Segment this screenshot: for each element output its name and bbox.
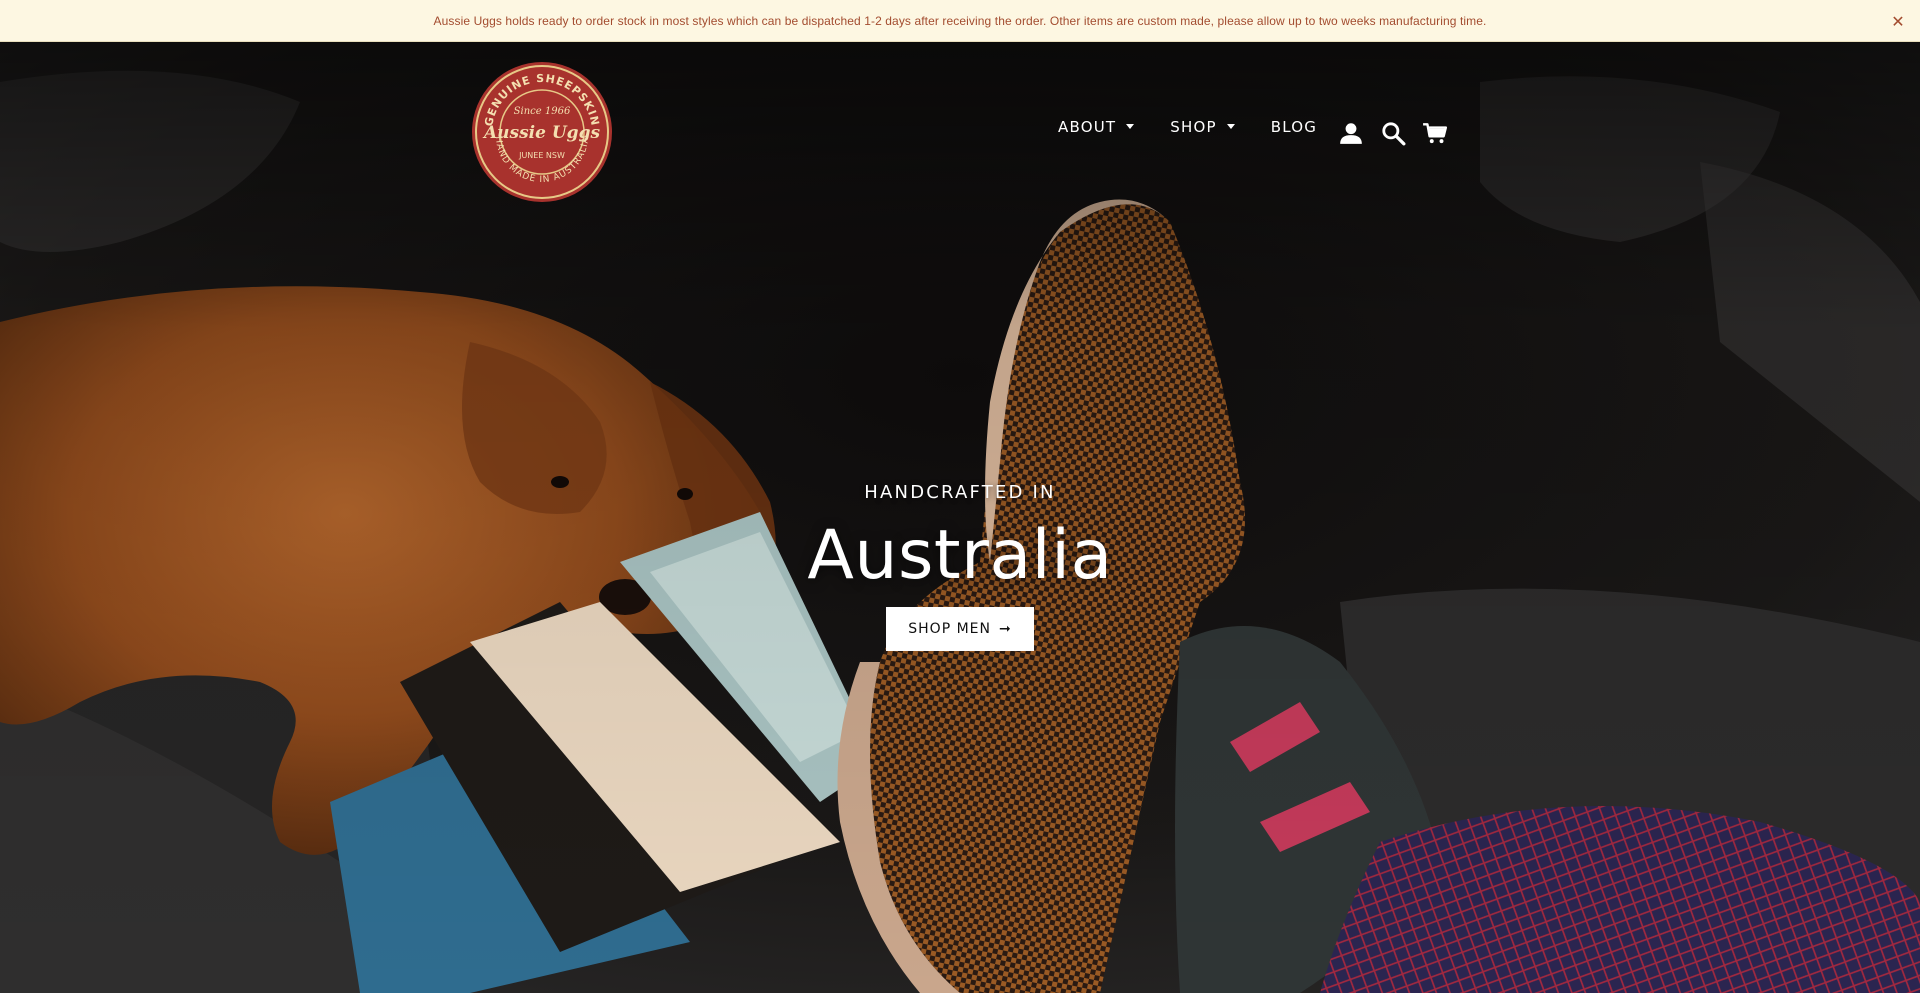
hero-kicker: HANDCRAFTED IN	[864, 482, 1056, 503]
logo-brand-text: Aussie Uggs	[482, 123, 600, 143]
cart-icon[interactable]	[1422, 120, 1448, 146]
logo-location-text: JUNEE NSW	[518, 151, 565, 160]
account-icon[interactable]	[1338, 120, 1364, 146]
close-icon[interactable]: ✕	[1888, 11, 1908, 31]
caret-down-icon	[1226, 123, 1235, 129]
aussie-uggs-logo[interactable]: GENUINE SHEEPSKIN HAND MADE IN AUSTRALIA…	[470, 60, 614, 204]
arrow-right-icon: ➞	[999, 621, 1012, 637]
nav-shop-label: SHOP	[1170, 118, 1217, 136]
hero-title: Australia	[807, 516, 1113, 595]
nav-about-label: ABOUT	[1058, 118, 1117, 136]
search-icon[interactable]	[1380, 120, 1406, 146]
logo-since-text: Since 1966	[514, 106, 571, 117]
shop-men-label: SHOP MEN	[908, 621, 991, 637]
caret-down-icon	[1126, 123, 1135, 129]
announcement-bar: Aussie Uggs holds ready to order stock i…	[0, 0, 1920, 42]
main-nav: ABOUT SHOP BLOG	[1058, 118, 1353, 136]
hero-section: GENUINE SHEEPSKIN HAND MADE IN AUSTRALIA…	[0, 42, 1920, 993]
header-icons	[1338, 120, 1464, 146]
hero-copy: HANDCRAFTED IN Australia SHOP MEN ➞	[0, 482, 1920, 651]
announcement-text: Aussie Uggs holds ready to order stock i…	[433, 13, 1487, 28]
nav-blog-label: BLOG	[1270, 118, 1318, 136]
nav-item-blog[interactable]: BLOG	[1271, 118, 1317, 136]
nav-item-about[interactable]: ABOUT	[1058, 118, 1135, 136]
shop-men-button[interactable]: SHOP MEN ➞	[886, 607, 1034, 651]
nav-item-shop[interactable]: SHOP	[1170, 118, 1235, 136]
